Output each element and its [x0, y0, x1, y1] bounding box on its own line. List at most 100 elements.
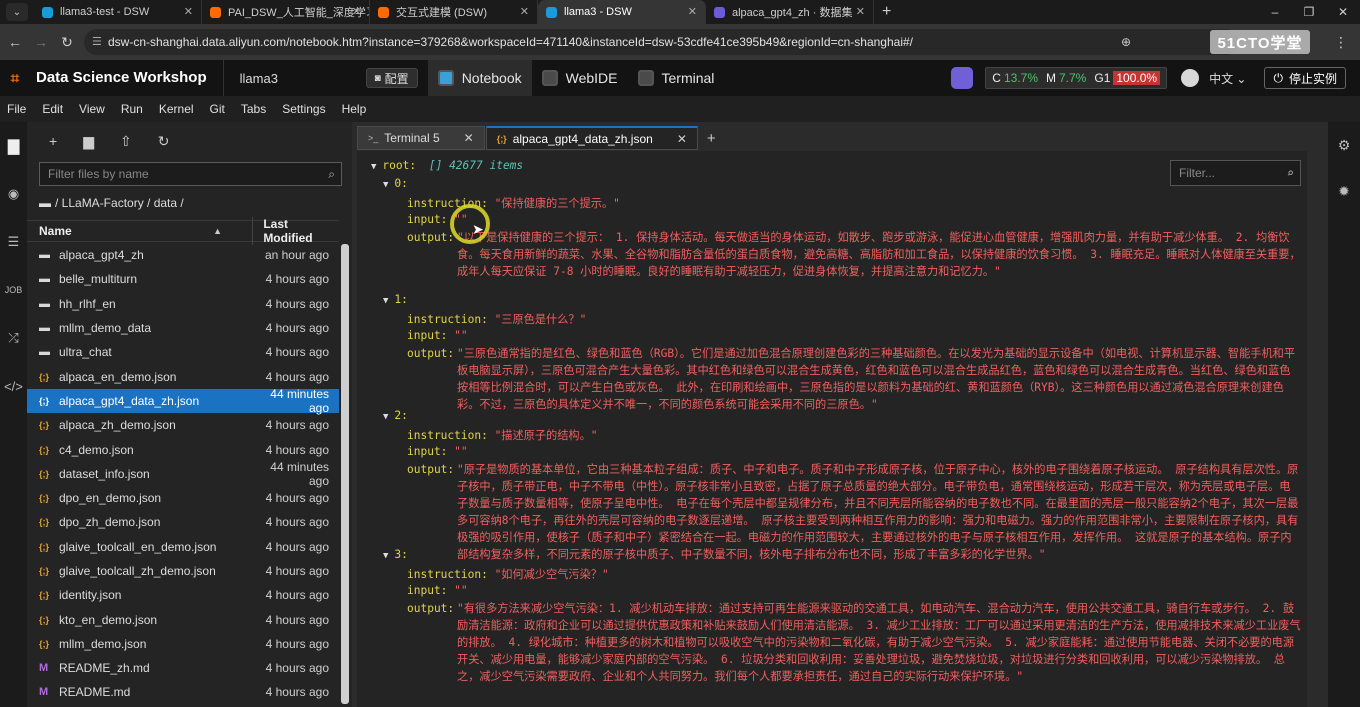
close-tab-icon[interactable]: ✕: [677, 132, 687, 146]
file-list-scrollbar[interactable]: [341, 244, 349, 704]
close-tab-icon[interactable]: ✕: [520, 5, 529, 18]
close-tab-icon[interactable]: ✕: [856, 5, 865, 18]
new-launcher-icon[interactable]: +: [49, 133, 57, 149]
file-row[interactable]: {;} dpo_zh_demo.json 4 hours ago: [27, 510, 339, 534]
expand-caret-icon[interactable]: ▼: [383, 180, 388, 190]
name-column-header[interactable]: Name: [27, 224, 213, 238]
code-icon[interactable]: </>: [0, 362, 27, 410]
refresh-icon[interactable]: ↻: [158, 133, 170, 150]
browser-tab[interactable]: llama3-test - DSW ✕: [34, 0, 202, 24]
file-filter-input[interactable]: [40, 167, 310, 181]
menu-git[interactable]: Git: [210, 102, 225, 116]
new-folder-icon[interactable]: ▆: [83, 133, 94, 150]
file-row[interactable]: ▬ mllm_demo_data 4 hours ago: [27, 316, 339, 340]
file-row[interactable]: {;} dpo_en_demo.json 4 hours ago: [27, 486, 339, 510]
expand-caret-icon[interactable]: ▼: [383, 412, 388, 422]
avatar[interactable]: [1181, 69, 1200, 87]
close-tab-icon[interactable]: ✕: [352, 5, 361, 18]
minimize-icon[interactable]: –: [1258, 0, 1292, 24]
close-window-icon[interactable]: ✕: [1326, 0, 1360, 24]
language-select[interactable]: 中文 ⌄: [1209, 70, 1246, 87]
json-file-icon: {;}: [39, 371, 50, 382]
new-tab-button[interactable]: +: [874, 3, 899, 24]
file-modified: 4 hours ago: [265, 636, 329, 651]
reload-icon[interactable]: ↻: [54, 34, 80, 51]
close-tab-icon[interactable]: ✕: [464, 131, 474, 145]
file-row[interactable]: ▬ alpaca_gpt4_zh an hour ago: [27, 243, 339, 267]
file-row[interactable]: {;} glaive_toolcall_zh_demo.json 4 hours a…: [27, 559, 339, 583]
file-row[interactable]: {;} alpaca_gpt4_data_zh.json 44 minutes ag…: [27, 387, 339, 415]
running-kernels-icon[interactable]: ◉: [0, 170, 27, 218]
file-row[interactable]: {;} mllm_demo.json 4 hours ago: [27, 632, 339, 656]
git-icon[interactable]: ⤮: [0, 314, 27, 362]
menu-settings[interactable]: Settings: [282, 102, 325, 116]
back-icon[interactable]: ←: [2, 34, 28, 50]
add-tab-button[interactable]: +: [699, 126, 724, 150]
menu-file[interactable]: File: [7, 102, 26, 116]
menu-view[interactable]: View: [79, 102, 105, 116]
file-row[interactable]: {;} identity.json 4 hours ago: [27, 583, 339, 607]
browser-tab[interactable]: PAI_DSW_人工智能_深度学习_ ✕: [202, 0, 370, 24]
file-row[interactable]: ▬ ultra_chat 4 hours ago: [27, 340, 339, 364]
file-row[interactable]: ▬ hh_rlhf_en 4 hours ago: [27, 292, 339, 316]
tab-search-button[interactable]: ⌄: [6, 3, 28, 21]
expand-caret-icon[interactable]: ▼: [383, 551, 388, 561]
url-field[interactable]: ☰ dsw-cn-shanghai.data.aliyun.com/notebo…: [84, 29, 1239, 55]
debugger-icon[interactable]: ✹: [1328, 168, 1360, 214]
file-row[interactable]: {;} dataset_info.json 44 minutes ago: [27, 460, 339, 488]
close-tab-icon[interactable]: ✕: [688, 5, 697, 18]
file-row[interactable]: M README.md 4 hours ago: [27, 680, 339, 704]
upload-icon[interactable]: ⇧: [120, 133, 132, 150]
file-toolbar: + ▆ ⇧ ↻: [27, 122, 352, 160]
restore-icon[interactable]: ❐: [1292, 0, 1326, 24]
json-entry-2[interactable]: ▼ 2:: [383, 409, 408, 422]
file-row[interactable]: {;} c4_demo.json 4 hours ago: [27, 437, 339, 461]
expand-caret-icon[interactable]: ▼: [371, 162, 376, 172]
close-tab-icon[interactable]: ✕: [184, 5, 193, 18]
document-tab[interactable]: {;} alpaca_gpt4_data_zh.json ✕: [485, 126, 698, 150]
file-row[interactable]: {;} alpaca_en_demo.json 4 hours ago: [27, 364, 339, 388]
menu-tabs[interactable]: Tabs: [241, 102, 266, 116]
webide-icon: [541, 70, 558, 86]
output-value: "三原色通常指的是红色、绿色和蓝色（RGB）。它们是通过加色混合原理创建色彩的三…: [457, 347, 1296, 411]
json-filter-input[interactable]: [1171, 166, 1276, 180]
mode-tab-terminal[interactable]: Terminal: [628, 60, 725, 96]
job-icon[interactable]: JOB: [0, 266, 27, 314]
file-row[interactable]: {;} glaive_toolcall_en_demo.json 4 hours a…: [27, 535, 339, 559]
zoom-icon[interactable]: ⊕: [1121, 35, 1131, 49]
menu-edit[interactable]: Edit: [42, 102, 63, 116]
file-row[interactable]: ▬ belle_multiturn 4 hours ago: [27, 267, 339, 291]
json-entry-0[interactable]: ▼ 0:: [383, 177, 408, 190]
document-tab[interactable]: >_ Terminal 5 ✕: [357, 126, 485, 150]
sort-ascending-icon[interactable]: ▲: [213, 226, 252, 236]
table-of-contents-icon[interactable]: ☰: [0, 218, 27, 266]
file-modified: 4 hours ago: [265, 491, 329, 506]
expand-caret-icon[interactable]: ▼: [383, 296, 388, 306]
modified-column-header[interactable]: Last Modified: [252, 217, 339, 245]
mode-tab-webide[interactable]: WebIDE: [532, 60, 628, 96]
file-modified: 4 hours ago: [265, 369, 329, 384]
file-row[interactable]: M README_zh.md 4 hours ago: [27, 656, 339, 680]
browser-tab[interactable]: 交互式建模 (DSW) ✕: [370, 0, 538, 24]
menu-run[interactable]: Run: [121, 102, 143, 116]
site-info-icon[interactable]: ☰: [92, 35, 102, 48]
json-root-row[interactable]: ▼ root: [] 42677 items: [371, 159, 523, 172]
ai-assistant-icon[interactable]: [951, 67, 974, 89]
menu-help[interactable]: Help: [342, 102, 367, 116]
file-row[interactable]: {;} kto_en_demo.json 4 hours ago: [27, 607, 339, 631]
stop-instance-button[interactable]: ⏻ 停止实例: [1264, 67, 1346, 89]
browser-tab[interactable]: llama3 - DSW ✕: [538, 0, 706, 24]
breadcrumb[interactable]: ▬ / LLaMA-Factory / data /: [39, 196, 184, 210]
forward-icon[interactable]: →: [28, 34, 54, 50]
json-entry-3[interactable]: ▼ 3:: [383, 548, 408, 561]
json-entry-1[interactable]: ▼ 1:: [383, 293, 408, 306]
config-button[interactable]: ◙ 配置: [365, 68, 418, 88]
folder-icon[interactable]: ▇: [0, 122, 27, 170]
property-inspector-icon[interactable]: ⚙: [1328, 122, 1360, 168]
browser-tab[interactable]: alpaca_gpt4_zh · 数据集 ✕: [706, 0, 874, 24]
file-row[interactable]: {;} alpaca_zh_demo.json 4 hours ago: [27, 413, 339, 437]
browser-menu-icon[interactable]: ⋮: [1334, 34, 1348, 51]
menu-kernel[interactable]: Kernel: [159, 102, 194, 116]
mode-tab-notebook[interactable]: Notebook: [427, 60, 532, 96]
power-icon: ⏻: [1273, 70, 1283, 85]
